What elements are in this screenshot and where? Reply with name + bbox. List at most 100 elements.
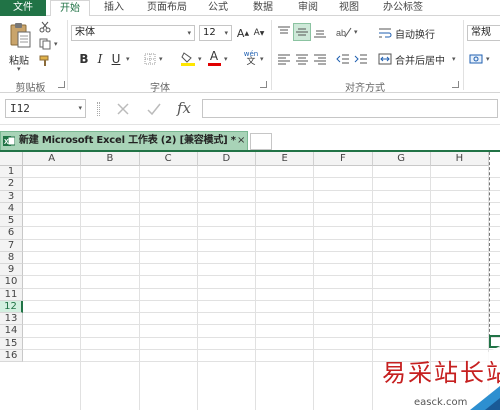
workbook-tab[interactable]: X 新建 Microsoft Excel 工作表 (2) [兼容模式] * × [0, 131, 248, 150]
tab-page-layout[interactable]: 页面布局 [138, 0, 196, 16]
column-header-c[interactable]: C [139, 152, 198, 166]
row-header-6[interactable]: 6 [0, 227, 23, 240]
clipboard-group-label: 剪贴板 [15, 83, 46, 94]
tab-office-tabs[interactable]: 办公标签 [374, 0, 432, 16]
row-gridline [23, 250, 500, 252]
font-launcher-icon[interactable] [260, 81, 267, 88]
orientation-icon[interactable]: ab [335, 24, 353, 40]
paste-dropdown-icon[interactable]: ▾ [17, 65, 21, 73]
cancel-icon[interactable] [112, 100, 134, 118]
insert-function-button[interactable]: fx [172, 98, 196, 118]
row-gridline [23, 299, 500, 301]
accounting-dropdown-icon[interactable]: ▾ [486, 55, 490, 63]
accounting-format-icon[interactable] [468, 51, 484, 67]
wrap-text-button[interactable]: 自动换行 [378, 25, 458, 41]
clipboard-launcher-icon[interactable] [58, 81, 65, 88]
row-gridline [23, 214, 500, 215]
shrink-font-button[interactable]: A ▼ [252, 25, 266, 41]
tab-insert[interactable]: 插入 [95, 0, 133, 16]
font-color-button[interactable]: A [207, 49, 221, 67]
merge-center-button[interactable]: 合并后居中 [378, 51, 458, 67]
row-header-16[interactable]: 16 [0, 349, 23, 362]
tab-formulas[interactable]: 公式 [199, 0, 237, 16]
row-gridline [23, 177, 500, 179]
page-break-line [489, 152, 490, 342]
align-middle-icon[interactable] [293, 23, 311, 41]
font-color-swatch [207, 63, 221, 66]
row-header-10[interactable]: 10 [0, 276, 23, 289]
column-header-b[interactable]: B [81, 152, 140, 166]
fill-color-icon[interactable] [180, 50, 196, 67]
borders-dropdown-icon[interactable]: ▾ [159, 55, 163, 63]
format-painter-icon[interactable] [38, 54, 52, 68]
phonetic-guide-button[interactable]: wén 文 [242, 49, 260, 67]
font-name-select[interactable]: 宋体 ▾ [71, 25, 195, 41]
row-gridline [23, 336, 500, 338]
underline-button[interactable]: U [109, 51, 123, 67]
font-size-select[interactable]: 12 ▾ [199, 25, 232, 41]
phonetic-dropdown-icon[interactable]: ▾ [260, 55, 264, 63]
row-header-8[interactable]: 8 [0, 251, 23, 264]
group-divider [67, 20, 68, 90]
row-header-12[interactable]: 12 [0, 300, 23, 313]
italic-button[interactable]: I [93, 51, 107, 67]
name-box-value: I12 [10, 102, 30, 115]
fill-color-dropdown-icon[interactable]: ▾ [198, 55, 202, 63]
align-top-icon[interactable] [276, 24, 292, 40]
select-all-corner[interactable] [0, 152, 23, 166]
workbook-tab-row: X 新建 Microsoft Excel 工作表 (2) [兼容模式] * × [0, 125, 500, 152]
column-header-h[interactable]: H [430, 152, 489, 166]
paste-icon[interactable] [6, 20, 34, 50]
column-header-a[interactable]: A [23, 152, 82, 166]
row-header-3[interactable]: 3 [0, 190, 23, 203]
row-header-13[interactable]: 13 [0, 313, 23, 326]
row-header-5[interactable]: 5 [0, 215, 23, 228]
align-left-icon[interactable] [276, 51, 292, 67]
copy-dropdown-icon[interactable]: ▾ [54, 40, 58, 48]
row-gridline [23, 238, 500, 240]
row-header-9[interactable]: 9 [0, 264, 23, 277]
row-header-14[interactable]: 14 [0, 325, 23, 338]
increase-indent-icon[interactable] [353, 51, 369, 67]
underline-dropdown-icon[interactable]: ▾ [126, 55, 130, 63]
column-header-e[interactable]: E [256, 152, 315, 166]
grow-font-button[interactable]: A ▲ [236, 25, 250, 41]
row-header-15[interactable]: 15 [0, 337, 23, 350]
copy-icon[interactable] [38, 37, 52, 51]
cut-icon[interactable] [38, 20, 52, 34]
font-group-label: 字体 [150, 83, 170, 94]
row-header-2[interactable]: 2 [0, 178, 23, 191]
row-header-4[interactable]: 4 [0, 202, 23, 215]
font-size-value: 12 [203, 27, 216, 38]
column-header-d[interactable]: D [197, 152, 256, 166]
tab-file[interactable]: 文件 [0, 0, 46, 16]
formula-input[interactable] [202, 99, 498, 118]
name-box[interactable]: I12 ▾ [5, 99, 86, 118]
font-color-dropdown-icon[interactable]: ▾ [224, 55, 228, 63]
close-icon[interactable]: × [237, 132, 245, 150]
column-header-g[interactable]: G [372, 152, 431, 166]
resize-handle[interactable] [97, 102, 100, 116]
row-gridline [23, 189, 500, 191]
tab-data[interactable]: 数据 [244, 0, 282, 16]
row-header-1[interactable]: 1 [0, 166, 23, 179]
merge-dropdown-icon[interactable]: ▾ [452, 55, 456, 63]
tab-home[interactable]: 开始 [50, 0, 90, 17]
align-right-icon[interactable] [312, 51, 328, 67]
alignment-launcher-icon[interactable] [452, 81, 459, 88]
decrease-indent-icon[interactable] [335, 51, 351, 67]
align-center-icon[interactable] [294, 51, 310, 67]
row-header-7[interactable]: 7 [0, 239, 23, 252]
borders-icon[interactable] [143, 52, 157, 66]
tab-view[interactable]: 视图 [330, 0, 368, 16]
row-gridline [23, 324, 500, 326]
bold-button[interactable]: B [77, 51, 91, 67]
new-tab-area[interactable] [250, 133, 272, 150]
tab-review[interactable]: 审阅 [289, 0, 327, 16]
column-header-f[interactable]: F [314, 152, 373, 166]
align-bottom-icon[interactable] [312, 24, 328, 40]
number-format-select[interactable]: 常规 [467, 25, 500, 41]
row-header-11[interactable]: 11 [0, 288, 23, 301]
orientation-dropdown-icon[interactable]: ▾ [354, 28, 358, 36]
enter-icon[interactable] [143, 100, 165, 118]
